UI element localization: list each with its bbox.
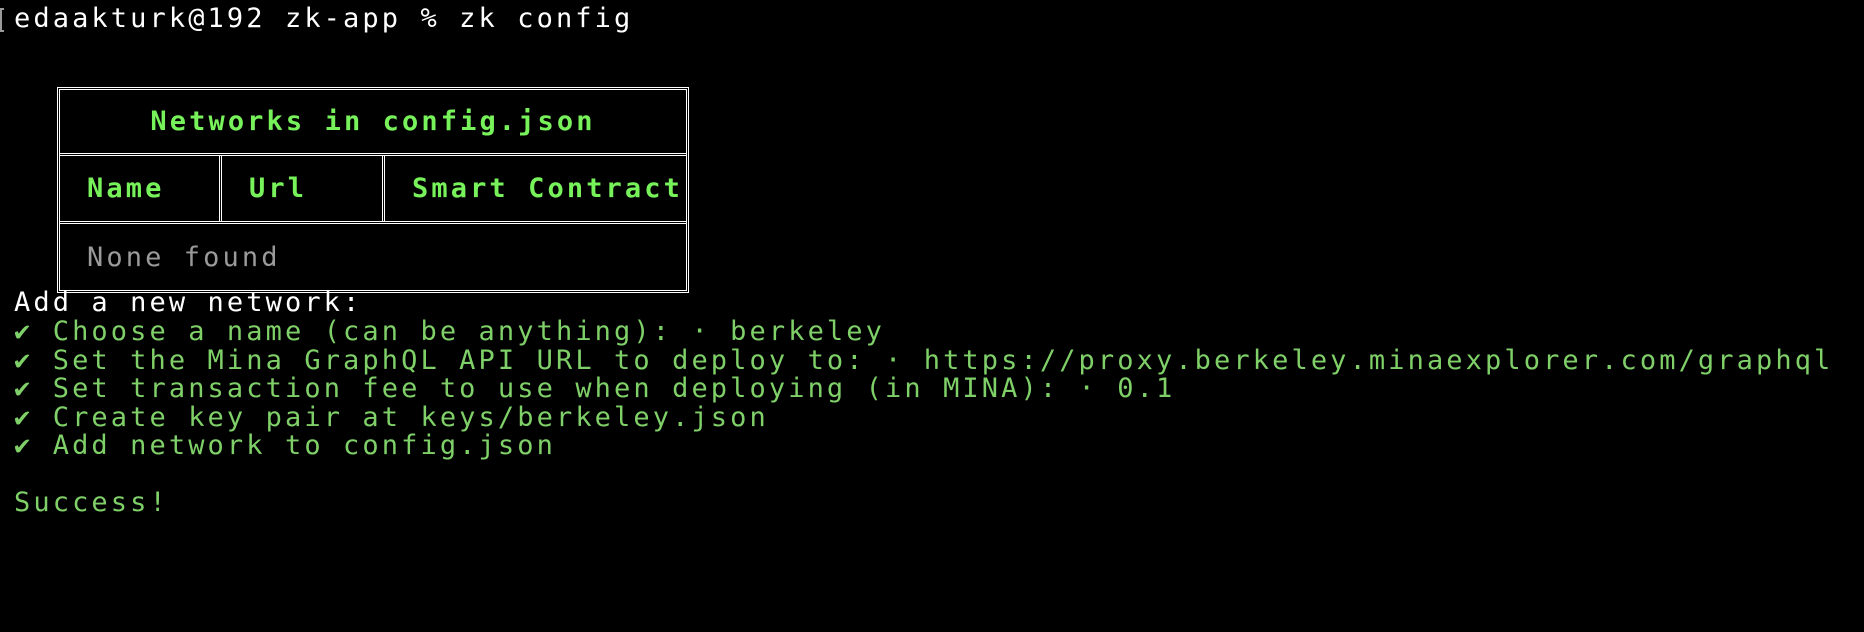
step-text: Add network to config.json xyxy=(52,430,556,461)
table-header-row: Name Url Smart Contract xyxy=(60,156,686,224)
command-prompt-line: edaakturk@192 zk-app % zk config xyxy=(14,3,634,34)
column-header-name: Name xyxy=(60,156,222,221)
cursor-marker xyxy=(0,8,4,32)
checkmark-icon: ✔ xyxy=(14,316,34,347)
success-message: Success! xyxy=(14,487,169,518)
column-header-smart-contract: Smart Contract xyxy=(412,173,683,204)
column-header-url: Url xyxy=(222,156,385,221)
checkmark-icon: ✔ xyxy=(14,430,34,461)
step-text: Choose a name (can be anything): · berke… xyxy=(52,316,885,347)
networks-table: Networks in config.json Name Url Smart C… xyxy=(57,87,689,293)
step-text: Set transaction fee to use when deployin… xyxy=(52,373,1176,404)
table-title: Networks in config.json xyxy=(60,90,686,156)
table-empty-message: None found xyxy=(87,241,281,273)
checkmark-icon: ✔ xyxy=(14,373,34,404)
wizard-step: ✔ Add network to config.json xyxy=(14,429,556,463)
